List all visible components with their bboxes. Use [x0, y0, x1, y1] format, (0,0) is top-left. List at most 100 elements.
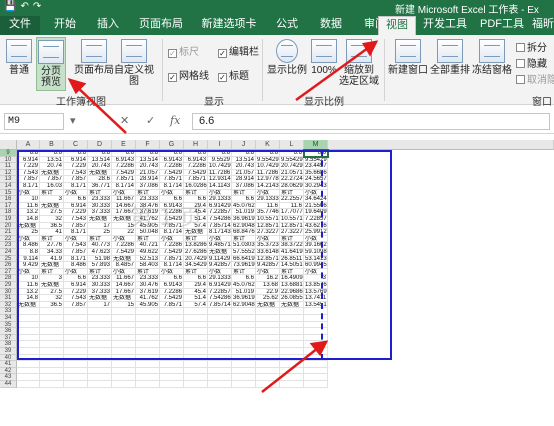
table-cell[interactable]: 27.6286 [184, 249, 208, 256]
table-cell[interactable]: 7.8571 [160, 176, 184, 183]
table-cell[interactable]: 45.0762 [232, 202, 256, 210]
table-cell[interactable]: 7.543 [64, 216, 88, 223]
table-cell[interactable]: 6.6 [40, 150, 64, 157]
table-cell[interactable]: 12.9778 [256, 176, 280, 183]
table-cell[interactable] [184, 341, 208, 348]
table-cell[interactable] [304, 381, 328, 388]
table-cell[interactable]: 6.914 [17, 156, 40, 164]
table-cell[interactable]: 7.229 [17, 163, 40, 170]
table-cell[interactable]: 6.6 [64, 196, 88, 203]
row-header[interactable]: 25 [0, 255, 17, 263]
table-cell[interactable] [136, 348, 160, 355]
table-cell[interactable] [112, 354, 136, 362]
table-cell[interactable] [64, 315, 88, 322]
table-cell[interactable] [280, 348, 304, 355]
table-cell[interactable]: 10.7429 [208, 163, 232, 170]
table-cell[interactable] [17, 381, 40, 388]
table-cell[interactable]: 8.486 [17, 242, 40, 249]
gridlines-checkbox[interactable]: ✓ 网格线 [168, 67, 209, 82]
table-cell[interactable]: 47.623 [88, 249, 112, 256]
table-cell[interactable]: 7.85714 [208, 301, 232, 309]
table-cell[interactable] [64, 354, 88, 362]
table-cell[interactable] [64, 308, 88, 315]
table-cell[interactable] [17, 348, 40, 355]
table-cell[interactable]: 45.905 [136, 301, 160, 309]
table-cell[interactable] [304, 374, 328, 381]
table-cell[interactable]: 6.914 [64, 156, 88, 164]
table-cell[interactable] [136, 361, 160, 368]
table-cell[interactable]: 小数 [208, 235, 232, 243]
table-cell[interactable] [17, 308, 40, 315]
table-cell[interactable] [304, 341, 328, 348]
table-cell[interactable]: 6.6 [280, 150, 304, 157]
table-cell[interactable] [40, 348, 64, 355]
table-cell[interactable] [208, 315, 232, 322]
table-cell[interactable]: 28.6 [88, 176, 112, 183]
table-cell[interactable]: 16.0286 [184, 183, 208, 190]
table-cell[interactable] [232, 341, 256, 348]
table-cell[interactable]: 23.333 [136, 275, 160, 282]
table-cell[interactable]: 无数据 [112, 255, 136, 263]
column-header-f[interactable]: F [136, 140, 160, 150]
row-header[interactable]: 18 [0, 209, 17, 216]
column-header-e[interactable]: E [112, 140, 136, 150]
table-cell[interactable]: 累计 [40, 235, 64, 243]
table-cell[interactable]: 51.019 [232, 209, 256, 216]
table-cell[interactable]: 12.8571 [256, 255, 280, 263]
table-cell[interactable] [40, 367, 64, 375]
table-cell[interactable]: 13.2 [17, 209, 40, 216]
row-header[interactable]: 13 [0, 176, 17, 183]
table-cell[interactable]: 6.6 [64, 150, 88, 157]
row-header[interactable]: 41 [0, 361, 17, 368]
quick-access-toolbar[interactable]: 💾↶↷ [4, 1, 45, 12]
row-header[interactable]: 22 [0, 235, 17, 243]
table-cell[interactable]: 12.8571 [256, 222, 280, 230]
table-cell[interactable]: 23.333 [88, 196, 112, 203]
table-cell[interactable]: 11.6 [17, 282, 40, 289]
table-cell[interactable]: 13.6881 [280, 282, 304, 289]
table-cell[interactable]: 7.857 [64, 176, 88, 183]
column-header-j[interactable]: J [232, 140, 256, 150]
table-cell[interactable] [184, 381, 208, 388]
table-cell[interactable]: 6.6 [232, 150, 256, 157]
table-cell[interactable]: 小数 [304, 268, 328, 276]
table-cell[interactable]: 34.33 [40, 249, 64, 256]
table-cell[interactable]: 20.743 [232, 163, 256, 170]
table-cell[interactable] [112, 348, 136, 355]
row-header[interactable]: 26 [0, 262, 17, 269]
tab-formulas[interactable]: 公式 [266, 16, 308, 35]
table-cell[interactable]: 30.476 [136, 282, 160, 289]
table-cell[interactable] [40, 374, 64, 381]
table-cell[interactable]: 13.2 [17, 288, 40, 296]
table-cell[interactable] [232, 308, 256, 315]
table-cell[interactable] [232, 328, 256, 335]
table-cell[interactable]: 小数 [304, 189, 328, 197]
table-cell[interactable] [40, 341, 64, 348]
table-cell[interactable]: 23.333 [88, 275, 112, 282]
tab-view[interactable]: 视图 [378, 16, 416, 35]
table-cell[interactable] [280, 328, 304, 335]
table-cell[interactable] [304, 334, 328, 342]
table-cell[interactable]: 7.857 [64, 222, 88, 230]
table-cell[interactable]: 22.2557 [280, 196, 304, 203]
table-cell[interactable]: 8.171 [64, 229, 88, 236]
table-cell[interactable]: 累计 [280, 268, 304, 276]
table-cell[interactable] [88, 381, 112, 388]
table-cell[interactable]: 小数 [17, 189, 40, 197]
table-cell[interactable]: 小数 [17, 235, 40, 243]
table-cell[interactable]: 51.0303 [232, 242, 256, 249]
table-cell[interactable] [17, 341, 40, 348]
table-cell[interactable] [160, 308, 184, 315]
table-cell[interactable] [280, 321, 304, 329]
table-cell[interactable]: 累计 [136, 189, 160, 197]
table-cell[interactable]: 25.9912 [304, 229, 328, 236]
table-cell[interactable]: 累计 [136, 268, 160, 276]
table-cell[interactable]: 小数 [112, 189, 136, 197]
table-cell[interactable]: 8.1714 [160, 262, 184, 269]
table-cell[interactable]: 6.914 [64, 202, 88, 210]
table-cell[interactable]: 8.1714 [160, 183, 184, 190]
table-cell[interactable] [136, 354, 160, 362]
table-cell[interactable]: 7.5429 [112, 249, 136, 256]
column-header-h[interactable]: H [184, 140, 208, 150]
table-cell[interactable]: 13.8286 [184, 242, 208, 249]
